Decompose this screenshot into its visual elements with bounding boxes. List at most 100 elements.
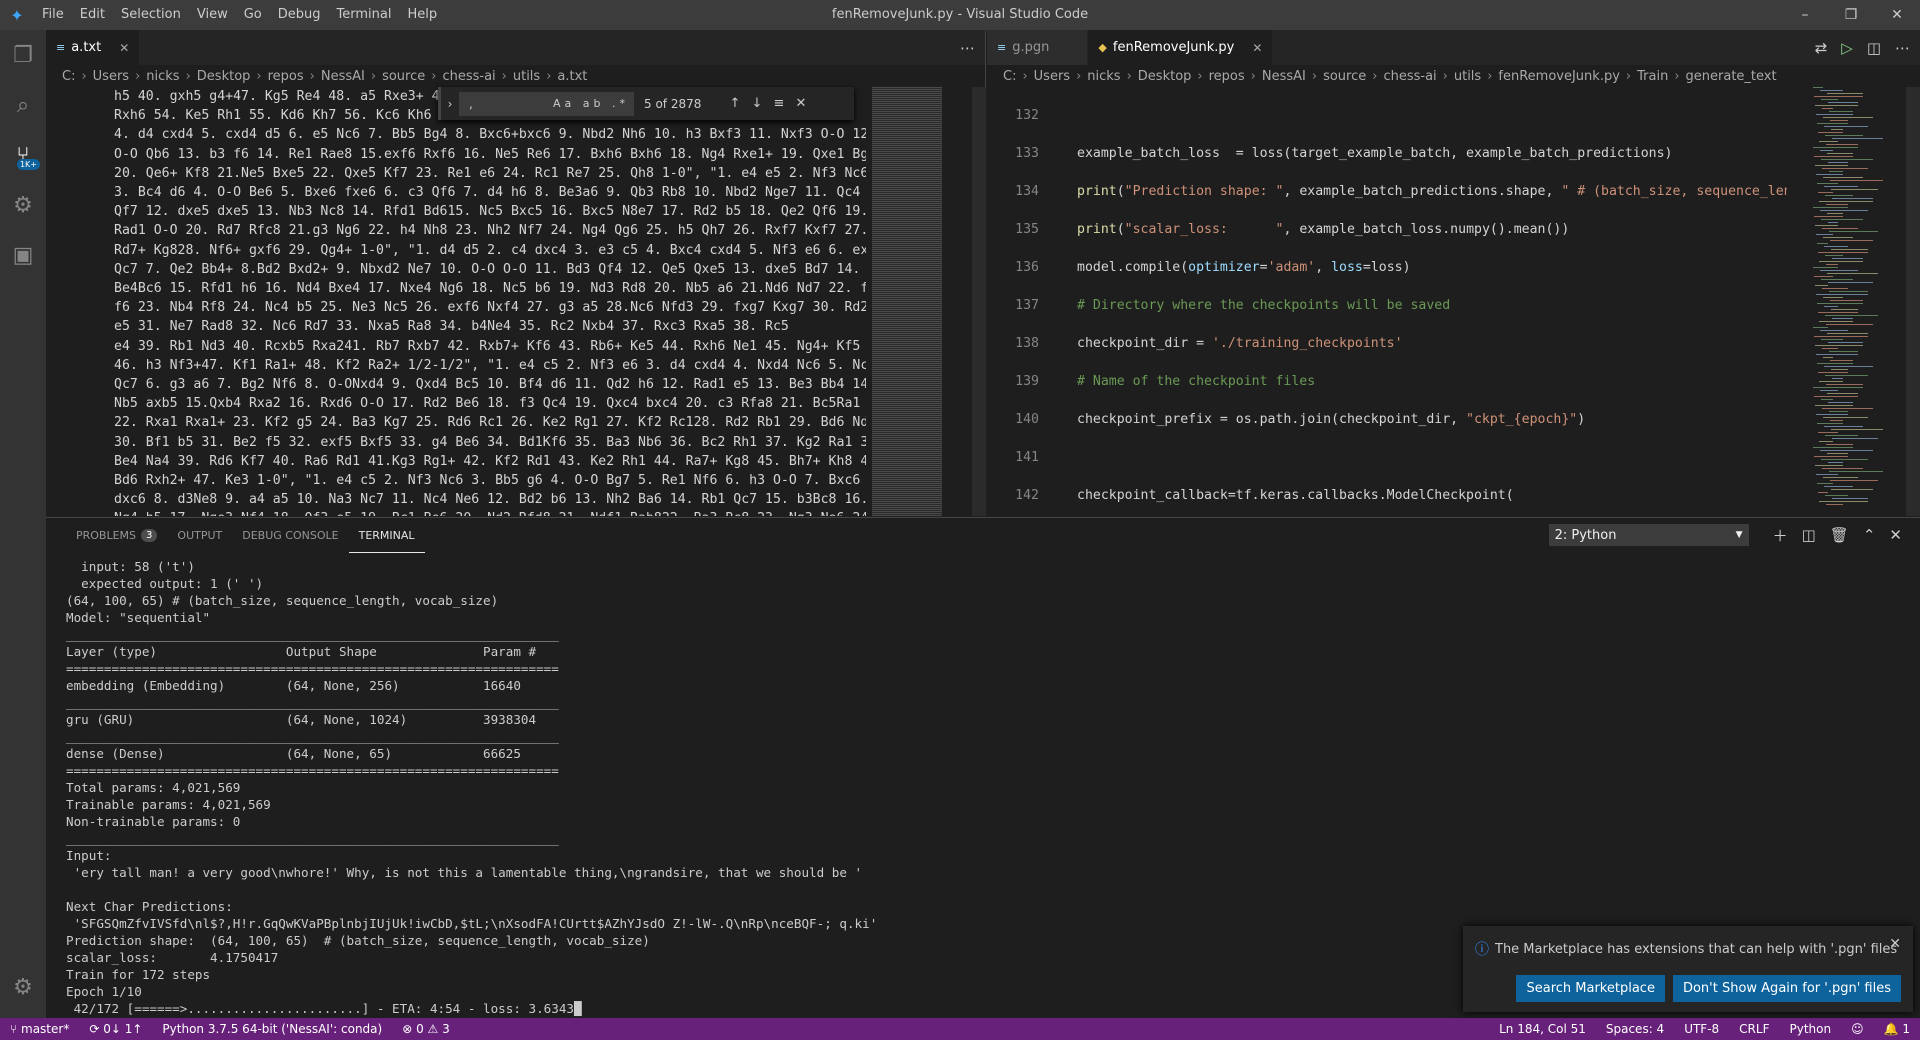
compare-icon[interactable]: ⇄ [1815,39,1828,57]
breadcrumb-item[interactable]: repos [1209,69,1245,84]
extensions-icon[interactable]: ▣ [0,230,46,280]
breadcrumb-item[interactable]: Desktop [1138,69,1192,84]
breadcrumb-item[interactable]: chess-ai [442,69,495,84]
trash-icon[interactable]: 🗑 [1830,526,1849,544]
menu-file[interactable]: File [34,0,72,30]
text-line: Rad1 O-O 20. Rd7 Rfc8 21.g3 Ng6 22. h4 N… [114,223,866,239]
tab-debug-console[interactable]: DEBUG CONSOLE [232,518,348,553]
breadcrumb-item[interactable]: Desktop [197,69,251,84]
scrollbar[interactable] [972,87,986,516]
minimap[interactable] [872,87,942,516]
text-content[interactable]: h5 40. gxh5 g4+47. Kg5 Re4 48. a5 Rxe3+ … [46,87,866,516]
branch-status[interactable]: ⑂ master* [0,1022,79,1036]
minimap-line [1814,156,1853,157]
indentation-status[interactable]: Spaces: 4 [1596,1022,1674,1036]
menu-debug[interactable]: Debug [270,0,329,30]
menu-edit[interactable]: Edit [72,0,113,30]
close-tab-icon[interactable]: ✕ [119,41,129,55]
breadcrumb-item[interactable]: Users [93,69,129,84]
tab-fenremovejunk-py[interactable]: ◆ fenRemoveJunk.py ✕ [1088,30,1274,65]
terminal-line: ========================================… [66,763,559,778]
breadcrumb-item[interactable]: a.txt [557,69,587,84]
close-tab-icon[interactable]: ✕ [1252,41,1262,55]
find-input[interactable]: , Aa ab .* [459,91,634,116]
close-window-icon[interactable]: ✕ [1874,0,1920,30]
debug-icon[interactable]: ⚙ [0,180,46,230]
chevron-right-icon: › [309,68,315,84]
more-actions-icon[interactable]: ⋯ [960,39,975,57]
tab-g-pgn[interactable]: ≡ g.pgn ✕ [987,30,1089,65]
breadcrumb-item[interactable]: C: [62,69,75,84]
find-in-selection-icon[interactable]: ≡ [768,96,790,111]
new-terminal-icon[interactable]: ＋ [1773,525,1788,546]
split-terminal-icon[interactable]: ◫ [1802,526,1816,544]
next-match-icon[interactable]: ↓ [746,96,768,111]
search-marketplace-button[interactable]: Search Marketplace [1516,975,1665,1002]
encoding-status[interactable]: UTF-8 [1674,1022,1729,1036]
breadcrumb-item[interactable]: NessAI [1262,69,1306,84]
dont-show-again-button[interactable]: Don't Show Again for '.pgn' files [1672,975,1901,1002]
explorer-icon[interactable]: ❐ [0,30,46,80]
tab-terminal[interactable]: TERMINAL [348,518,425,553]
minimap[interactable] [1807,87,1907,516]
chevron-right-icon: › [256,68,262,84]
breadcrumb-item[interactable]: utils [1454,69,1481,84]
breadcrumb-item[interactable]: chess-ai [1383,69,1436,84]
tab-problems[interactable]: PROBLEMS 3 [66,518,167,553]
breadcrumb-item[interactable]: Train [1637,69,1668,84]
terminal-line: expected output: 1 (' ') [66,576,264,591]
minimap-line [1815,105,1858,106]
run-icon[interactable]: ▷ [1841,39,1853,57]
sync-status[interactable]: ⟳ 0↓ 1↑ [79,1022,152,1036]
interpreter-status[interactable]: Python 3.7.5 64-bit ('NessAI': conda) [152,1022,392,1036]
code-editor[interactable]: 132 133 example_batch_loss = loss(target_… [987,87,1787,516]
maximize-panel-icon[interactable]: ⌃ [1863,526,1876,544]
breadcrumb-item[interactable]: nicks [146,69,179,84]
breadcrumb-item[interactable]: source [1323,69,1366,84]
menu-selection[interactable]: Selection [113,0,189,30]
notifications-bell[interactable]: 🔔 1 [1874,1022,1920,1036]
restore-icon[interactable]: ❐ [1828,0,1874,30]
problems-status[interactable]: ⊗ 0 ⚠ 3 [392,1022,460,1036]
minimap-line [1813,147,1858,148]
minimize-icon[interactable]: – [1782,0,1828,30]
previous-match-icon[interactable]: ↑ [724,96,746,111]
toggle-replace-icon[interactable]: › [441,97,459,111]
tab-a-txt[interactable]: ≡ a.txt ✕ [46,30,141,65]
menu-go[interactable]: Go [236,0,270,30]
cursor-position[interactable]: Ln 184, Col 51 [1489,1022,1596,1036]
close-notification-icon[interactable]: ✕ [1889,936,1901,952]
source-control-icon[interactable]: ⑂ 1K+ [0,130,46,180]
breadcrumb-item[interactable]: fenRemoveJunk.py [1498,69,1620,84]
terminal-line: (64, 100, 65) # (batch_size, sequence_le… [66,593,499,608]
split-editor-icon[interactable]: ◫ [1867,39,1881,57]
minimap-line [1832,198,1873,199]
menu-terminal[interactable]: Terminal [329,0,400,30]
breadcrumb-item[interactable]: C: [1003,69,1016,84]
terminal-output[interactable]: input: 58 ('t') expected output: 1 (' ')… [66,558,1566,1018]
scrollbar[interactable] [1906,87,1920,516]
breadcrumb-item[interactable]: nicks [1087,69,1120,84]
close-find-icon[interactable]: ✕ [790,96,812,111]
breadcrumb-item[interactable]: repos [268,69,304,84]
breadcrumb-item[interactable]: NessAI [321,69,365,84]
feedback-icon[interactable]: ☺ [1841,1022,1874,1036]
close-panel-icon[interactable]: ✕ [1889,526,1902,544]
breadcrumb-item[interactable]: Users [1034,69,1070,84]
search-icon[interactable]: ⌕ [0,80,46,130]
menu-help[interactable]: Help [399,0,445,30]
breadcrumb-item[interactable]: source [382,69,425,84]
minimap-line [1816,414,1848,415]
language-mode[interactable]: Python [1779,1022,1841,1036]
eol-status[interactable]: CRLF [1729,1022,1779,1036]
menu-view[interactable]: View [189,0,236,30]
terminal-select[interactable]: 2: Python ▼ [1548,524,1749,546]
settings-gear-icon[interactable]: ⚙ [0,962,46,1012]
tab-output[interactable]: OUTPUT [167,518,232,553]
minimap-line [1821,339,1843,340]
terminal-line: Model: "sequential" [66,610,211,625]
breadcrumb-item[interactable]: generate_text [1686,69,1777,84]
more-actions-icon[interactable]: ⋯ [1895,39,1910,57]
breadcrumb-item[interactable]: utils [513,69,540,84]
find-options[interactable]: Aa ab .* [553,97,629,110]
